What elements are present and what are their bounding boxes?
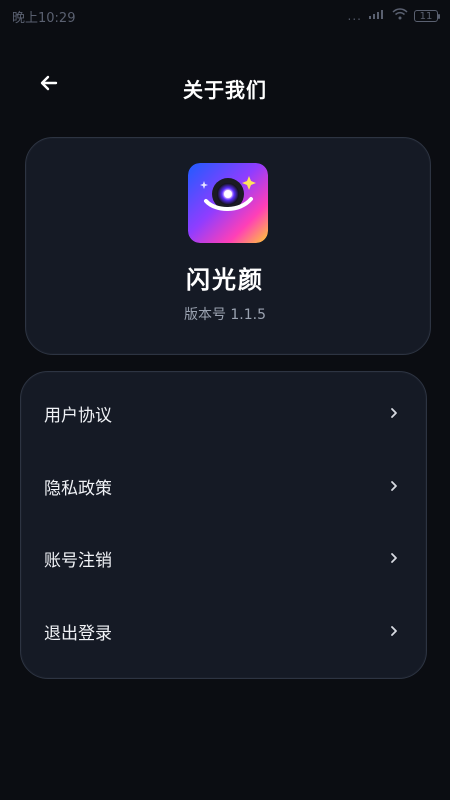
status-bar: 晚上10:29 ... 11	[0, 0, 450, 32]
status-time: 晚上10:29	[12, 10, 76, 26]
battery-level: 11	[419, 10, 433, 22]
signal-icon	[368, 8, 386, 24]
app-version: 版本号 1.1.5	[183, 307, 267, 323]
menu-item-account-cancellation[interactable]: 账号注销	[20, 522, 425, 594]
chevron-right-icon	[387, 551, 401, 565]
status-dots: ...	[347, 9, 362, 23]
page-header: 关于我们	[0, 58, 450, 118]
menu-item-label: 隐私政策	[44, 478, 112, 499]
menu-item-label: 账号注销	[44, 550, 112, 571]
page-title: 关于我们	[183, 77, 267, 102]
chevron-right-icon	[387, 479, 401, 493]
chevron-right-icon	[387, 624, 401, 638]
app-logo-icon	[188, 163, 268, 243]
app-name: 闪光颜	[186, 266, 264, 294]
menu-item-user-agreement[interactable]: 用户协议	[20, 377, 425, 449]
menu-item-privacy-policy[interactable]: 隐私政策	[20, 450, 425, 522]
chevron-right-icon	[387, 406, 401, 420]
battery-icon: 11	[414, 10, 440, 22]
back-button[interactable]	[34, 70, 64, 100]
menu-item-logout[interactable]: 退出登录	[20, 595, 425, 667]
menu-item-label: 退出登录	[44, 623, 112, 644]
wifi-icon	[392, 8, 408, 24]
arrow-left-icon	[37, 71, 61, 99]
status-indicators: ... 11	[347, 8, 440, 24]
menu-item-label: 用户协议	[44, 405, 112, 426]
